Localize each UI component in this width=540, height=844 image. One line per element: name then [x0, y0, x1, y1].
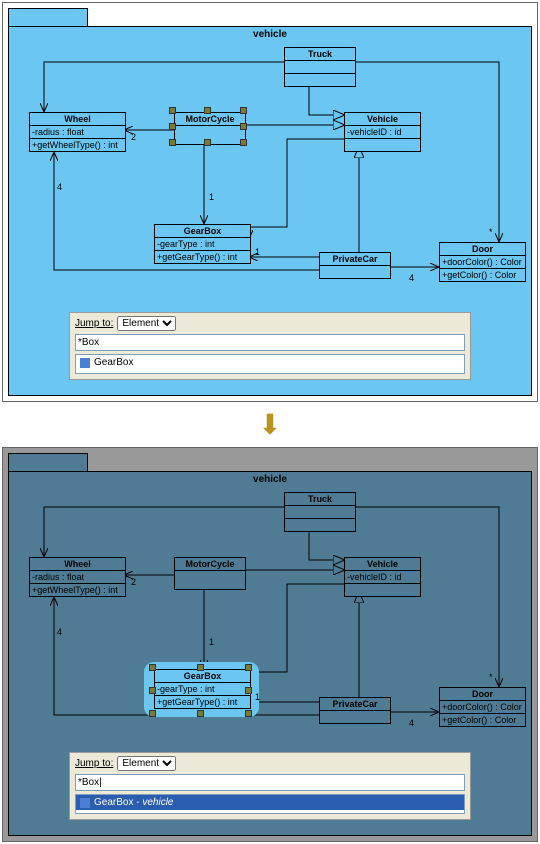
package-title: vehicle: [9, 474, 531, 485]
class-icon: [80, 798, 90, 808]
package-body[interactable]: vehicle Truck: [8, 471, 532, 836]
class-door[interactable]: Door +doorColor() : Color +getColor() : …: [439, 687, 526, 727]
diagram-after: vehicle Truck: [2, 447, 538, 842]
class-truck[interactable]: Truck: [284, 492, 356, 532]
class-vehicle[interactable]: Vehicle -vehicleID : id: [344, 557, 421, 597]
class-gearbox[interactable]: GearBox -gearType : int +getGearType() :…: [154, 224, 251, 264]
jump-to-label: Jump to:: [75, 758, 113, 769]
jump-to-panel: Jump to: Element GearBox - vehicle: [69, 752, 471, 820]
package-body[interactable]: vehicle: [8, 26, 532, 396]
class-privatecar[interactable]: PrivateCar: [319, 697, 391, 724]
diagram-before: vehicle: [2, 2, 538, 402]
package-tab[interactable]: [8, 453, 88, 471]
class-icon: [80, 358, 90, 368]
package-title: vehicle: [9, 29, 531, 40]
search-results: GearBox - vehicle: [75, 794, 465, 814]
class-wheel[interactable]: Wheel -radius : float +getWheelType() : …: [29, 557, 126, 597]
jump-to-label: Jump to:: [75, 318, 113, 329]
search-result-item[interactable]: GearBox - vehicle: [76, 795, 464, 810]
class-door[interactable]: Door +doorColor() : Color +getColor() : …: [439, 242, 526, 282]
class-motorcycle[interactable]: MotorCycle: [174, 557, 246, 590]
arrow-icon: ⬇: [0, 404, 540, 445]
class-gearbox[interactable]: GearBox -gearType : int +getGearType() :…: [154, 669, 251, 709]
jump-to-type-select[interactable]: Element: [117, 756, 176, 771]
class-truck[interactable]: Truck: [284, 47, 356, 87]
class-privatecar[interactable]: PrivateCar: [319, 252, 391, 279]
class-wheel[interactable]: Wheel -radius : float +getWheelType() : …: [29, 112, 126, 152]
jump-to-panel: Jump to: Element GearBox: [69, 312, 471, 380]
jump-to-type-select[interactable]: Element: [117, 316, 176, 331]
package-tab[interactable]: [8, 8, 88, 26]
class-vehicle[interactable]: Vehicle -vehicleID : id: [344, 112, 421, 152]
search-input[interactable]: [75, 774, 465, 791]
search-results: GearBox: [75, 354, 465, 374]
search-input[interactable]: [75, 334, 465, 351]
search-result-item[interactable]: GearBox: [76, 355, 464, 370]
